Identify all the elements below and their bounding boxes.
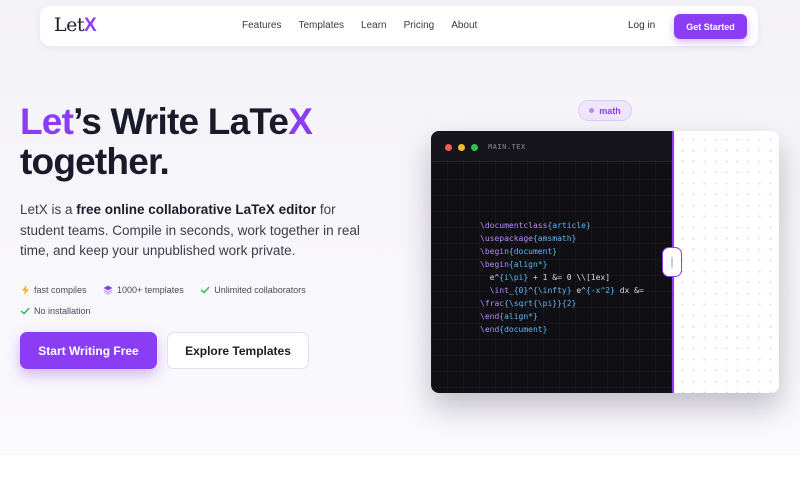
code-line: \usepackage{amsmath}	[480, 232, 644, 245]
code-block[interactable]: \documentclass{article} \usepackage{amsma…	[480, 219, 644, 336]
code-line: \begin{document}	[480, 245, 644, 258]
code-token: {-x^2}	[586, 286, 615, 295]
file-name: MAIN.TEX	[488, 143, 526, 151]
code-token: \begin	[480, 247, 509, 256]
code-token: dx &=	[614, 286, 644, 295]
hero-title-accent: Let	[20, 101, 74, 142]
nav-link-about[interactable]: About	[451, 20, 477, 31]
logo-text: Let	[54, 14, 85, 36]
editor-preview: MAIN.TEX \documentclass{article} \usepack…	[431, 131, 779, 393]
check-icon	[200, 285, 210, 295]
layers-icon	[103, 285, 113, 295]
split-drag-handle[interactable]	[662, 247, 682, 277]
math-badge-label: math	[599, 105, 621, 116]
code-line: e^{i\pi} + 1 &= 0 \\[1ex]	[480, 271, 644, 284]
window-close-dot-icon	[445, 144, 452, 151]
code-token: {\infty}	[533, 286, 572, 295]
feature-item: fast compiles	[20, 285, 87, 295]
editor-titlebar: MAIN.TEX	[431, 131, 673, 162]
logo-accent: X	[84, 15, 97, 36]
code-token: {document}	[499, 325, 548, 334]
code-token: \frac	[480, 299, 505, 308]
code-token: {article}	[547, 221, 591, 230]
feature-label: 1000+ templates	[116, 285, 184, 295]
code-token: {align*}	[499, 312, 538, 321]
code-token: \begin	[480, 260, 509, 269]
code-token: e^	[480, 273, 500, 282]
nav-link-learn[interactable]: Learn	[361, 20, 387, 31]
cursor-caret-icon: ‹	[671, 289, 676, 298]
next-section-background	[0, 455, 800, 500]
feature-label: fast compiles	[34, 285, 87, 295]
code-token: {amsmath}	[532, 234, 577, 243]
nav-link-features[interactable]: Features	[242, 20, 281, 31]
hero-title-accent-x: X	[288, 101, 313, 142]
nav-link-templates[interactable]: Templates	[298, 20, 344, 31]
nav-links: Features Templates Learn Pricing About	[242, 20, 494, 31]
get-started-button[interactable]: Get Started	[674, 14, 747, 39]
code-token: {i\pi}	[499, 273, 529, 282]
code-line: \end{align*}	[480, 310, 644, 323]
code-line: \begin{align*}	[480, 258, 644, 271]
login-link[interactable]: Log in	[628, 20, 655, 31]
code-token: \end	[480, 325, 500, 334]
code-token: \end	[480, 312, 500, 321]
feature-label: Unlimited collaborators	[214, 285, 306, 295]
code-line: \frac{\sqrt{\pi}}{2}	[480, 297, 644, 310]
check-icon	[20, 306, 30, 316]
code-token: {document}	[508, 247, 558, 256]
feature-list: fast compiles 1000+ templates Unlimited …	[20, 282, 350, 324]
code-token: \int	[489, 286, 509, 295]
feature-label: No installation	[34, 306, 91, 316]
nav-link-pricing[interactable]: Pricing	[404, 20, 435, 31]
feature-item: Unlimited collaborators	[200, 285, 306, 295]
code-token: {2}	[561, 299, 577, 308]
code-token: {align*}	[508, 260, 548, 269]
bolt-icon	[20, 285, 30, 295]
code-token: {\sqrt{\pi}}	[504, 299, 562, 308]
feature-item: 1000+ templates	[103, 285, 184, 295]
code-token: {0}	[513, 286, 529, 295]
code-line: \int_{0}^{\infty} e^{-x^2} dx &=	[480, 284, 644, 297]
hero-title-line-2: together.	[20, 141, 170, 182]
hero-desc-part-1: LetX is a	[20, 202, 77, 217]
grip-icon	[671, 256, 673, 268]
top-navbar: LetX Features Templates Learn Pricing Ab…	[40, 6, 758, 46]
hero-title: Let’s Write LaTeX together.	[20, 102, 400, 182]
start-writing-button[interactable]: Start Writing Free	[20, 332, 157, 369]
math-badge: math	[578, 100, 632, 121]
hero-title-rest: ’s Write LaTe	[73, 101, 289, 142]
code-token: \usepackage	[480, 234, 533, 243]
window-maximize-dot-icon	[471, 144, 478, 151]
hero-description: LetX is a free online collaborative LaTe…	[20, 200, 380, 262]
hero-desc-bold: free online collaborative LaTeX editor	[76, 202, 317, 217]
preview-pane	[674, 131, 779, 393]
dot-icon	[589, 108, 595, 113]
logo[interactable]: LetX	[54, 14, 97, 37]
code-line: \documentclass{article}	[480, 219, 644, 232]
explore-templates-button[interactable]: Explore Templates	[167, 332, 309, 369]
code-token: \documentclass	[480, 221, 548, 230]
code-token: + 1 &= 0 \\[1ex]	[528, 273, 611, 282]
window-minimize-dot-icon	[458, 144, 465, 151]
feature-item: No installation	[20, 306, 91, 316]
code-token: e^	[571, 286, 586, 295]
code-pane: MAIN.TEX \documentclass{article} \usepack…	[431, 131, 673, 393]
code-line: \end{document}	[480, 323, 644, 336]
